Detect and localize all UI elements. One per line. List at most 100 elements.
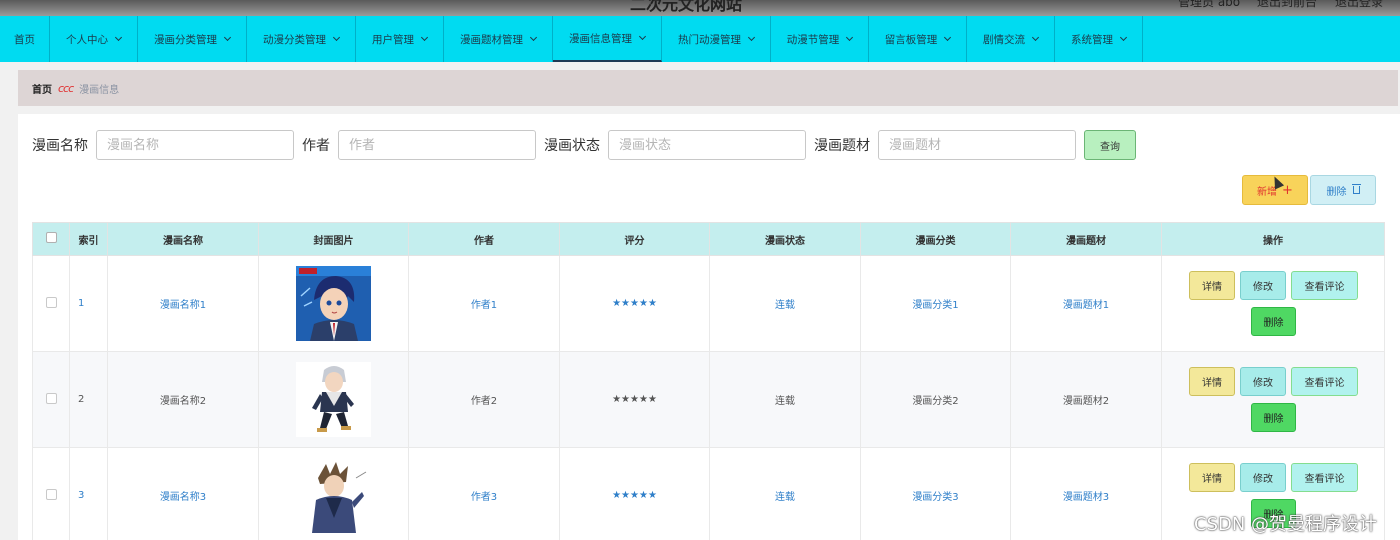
theme-label: 漫画题材 [814,138,870,154]
nav-item-manga-theme[interactable]: 漫画题材管理 [444,16,553,62]
table-row: 2 漫画名称2 作者2 ★★★★★ 连载 漫画分类2 漫画题材2 详情 修改 查… [32,351,1385,448]
author-cell: 作者2 [408,351,560,448]
nav-item-label: 留言板管理 [884,33,938,46]
nav-item-label: 动漫分类管理 [263,33,326,46]
search-form: 漫画名称 作者 漫画状态 漫画题材 查询 [32,130,1136,160]
nav-item-label: 首页 [14,33,35,46]
status-label: 漫画状态 [544,138,600,154]
row-select-cell [32,351,70,448]
detail-button[interactable]: 详情 [1189,367,1235,396]
row-checkbox[interactable] [45,392,57,404]
chevron-down-icon [638,32,647,40]
column-header: 漫画题材 [1010,222,1162,256]
column-header: 漫画名称 [107,222,259,256]
detail-button[interactable]: 详情 [1189,463,1235,492]
nav-item-anime-festival[interactable]: 动漫节管理 [771,16,869,62]
select-all-checkbox[interactable] [45,232,57,243]
query-button[interactable]: 查询 [1084,130,1136,160]
column-header: 作者 [408,222,560,256]
column-header: 操作 [1161,222,1385,256]
table-row: 3 漫画名称3 作者3 ★★★★★ 连载 漫画分类3 漫画题材3 详情 修改 查… [32,447,1385,540]
category-cell: 漫画分类3 [860,447,1011,540]
table-header-row: 索引 漫画名称 封面图片 作者 评分 漫画状态 漫画分类 漫画题材 操作 [32,222,1385,256]
index-cell: 1 [69,255,108,352]
nav-item-manga-info[interactable]: 漫画信息管理 [553,16,662,62]
edit-button[interactable]: 修改 [1240,271,1286,300]
breadcrumb-home[interactable]: 首页 [32,81,52,96]
nav-item-label: 个人中心 [66,33,108,46]
nav-item-system-management[interactable]: 系统管理 [1055,16,1143,62]
chevron-down-icon [1031,33,1040,41]
nav-item-user-management[interactable]: 用户管理 [356,16,444,62]
cover-image [296,458,371,533]
nav-item-label: 剧情交流 [983,33,1025,46]
theme-search-input[interactable] [878,130,1076,160]
nav-item-label: 漫画信息管理 [569,32,632,45]
author-label: 作者 [302,138,330,154]
chevron-down-icon [114,33,123,41]
chevron-down-icon [1119,33,1128,41]
manga-table: 索引 漫画名称 封面图片 作者 评分 漫画状态 漫画分类 漫画题材 操作 1 漫… [32,222,1385,540]
delete-button[interactable]: 删除 [1251,307,1296,336]
nav-item-hot-anime[interactable]: 热门动漫管理 [662,16,771,62]
view-comments-button[interactable]: 查看评论 [1291,463,1358,492]
edit-button[interactable]: 修改 [1240,463,1286,492]
name-label: 漫画名称 [32,138,88,154]
chevron-down-icon [529,33,538,41]
status-cell: 连载 [709,351,861,448]
category-cell: 漫画分类2 [860,351,1011,448]
row-checkbox[interactable] [45,488,57,500]
nav-item-personal-center[interactable]: 个人中心 [50,16,138,62]
breadcrumb: 首页 ccc 漫画信息 [18,70,1398,106]
cover-image [296,362,371,437]
top-header: 二次元文化网站 管理员 abo 退出到前台 退出登录 [0,0,1400,16]
breadcrumb-current: 漫画信息 [79,84,120,96]
name-cell: 漫画名称2 [107,351,259,448]
column-header: 漫画状态 [709,222,861,256]
content-panel: 漫画名称 作者 漫画状态 漫画题材 查询 新增 + 删除 索引 漫画名称 封面图… [18,114,1400,540]
theme-cell: 漫画题材1 [1010,255,1162,352]
name-cell: 漫画名称3 [107,447,259,540]
nav-item-plot-discussion[interactable]: 剧情交流 [967,16,1055,62]
view-comments-button[interactable]: 查看评论 [1291,367,1358,396]
detail-button[interactable]: 详情 [1189,271,1235,300]
nav-item-anime-category[interactable]: 动漫分类管理 [247,16,356,62]
theme-cell: 漫画题材3 [1010,447,1162,540]
back-to-front-link[interactable]: 退出到前台 [1257,0,1317,10]
nav-item-home[interactable]: 首页 [0,16,50,62]
nav-item-manga-category[interactable]: 漫画分类管理 [138,16,247,62]
row-select-cell [32,447,70,540]
edit-button[interactable]: 修改 [1240,367,1286,396]
rating-cell: ★★★★★ [559,255,710,352]
actions-cell: 详情 修改 查看评论 删除 [1161,351,1385,448]
status-search-input[interactable] [608,130,806,160]
main-nav: 首页 个人中心 漫画分类管理 动漫分类管理 用户管理 漫画题材管理 漫画信息管理… [0,16,1400,62]
select-all-header [32,222,70,256]
breadcrumb-separator: ccc [58,81,74,95]
actions-cell: 详情 修改 查看评论 删除 [1161,255,1385,352]
status-cell: 连载 [709,255,861,352]
author-cell: 作者3 [408,447,560,540]
cover-image [296,266,371,341]
rating-cell: ★★★★★ [559,447,710,540]
row-select-cell [32,255,70,352]
index-cell: 3 [69,447,108,540]
delete-button[interactable]: 删除 [1251,403,1296,432]
theme-cell: 漫画题材2 [1010,351,1162,448]
chevron-down-icon [223,33,232,41]
column-header: 索引 [69,222,108,256]
name-search-input[interactable] [96,130,294,160]
chevron-down-icon [944,33,952,41]
logout-link[interactable]: 退出登录 [1335,0,1383,10]
status-cell: 连载 [709,447,861,540]
name-cell: 漫画名称1 [107,255,259,352]
view-comments-button[interactable]: 查看评论 [1291,271,1358,300]
row-checkbox[interactable] [45,296,57,308]
chevron-down-icon [747,33,756,41]
nav-item-message-board[interactable]: 留言板管理 [869,16,967,62]
chevron-down-icon [332,33,341,41]
nav-item-label: 热门动漫管理 [678,33,741,46]
batch-delete-button[interactable]: 删除 [1310,175,1376,205]
author-search-input[interactable] [338,130,536,160]
trash-icon [1351,184,1361,194]
